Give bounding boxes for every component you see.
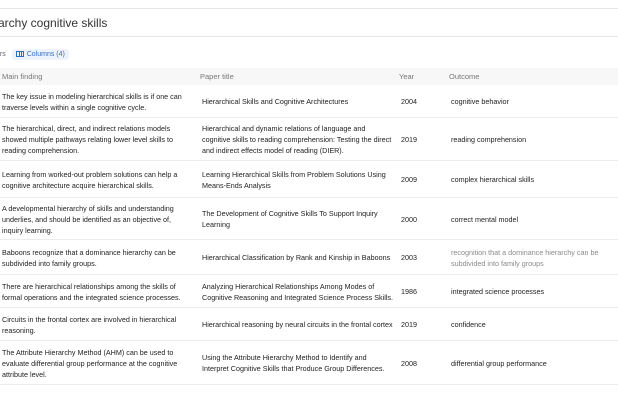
column-header-outcome[interactable]: Outcome xyxy=(449,72,479,81)
cell-main-finding-text: There are hierarchical relationships amo… xyxy=(2,281,181,302)
table-row[interactable]: Learning from worked-out problem solutio… xyxy=(0,161,618,198)
column-header-main-finding[interactable]: Main finding xyxy=(2,72,42,81)
cell-main-finding-text: The key issue in modeling hierarchical s… xyxy=(2,91,182,112)
cell-outcome-text: correct mental model xyxy=(451,214,519,224)
cell-year: 1986 xyxy=(401,275,431,308)
cell-paper-title-text: Hierarchical Skills and Cognitive Archit… xyxy=(202,97,349,106)
page-title: rarchy cognitive skills xyxy=(0,16,108,30)
cell-paper-title-text: Hierarchical Classification by Rank and … xyxy=(202,253,391,262)
cell-paper-title: Hierarchical reasoning by neural circuit… xyxy=(202,308,394,341)
cell-outcome: integrated science processes xyxy=(451,275,611,308)
cell-main-finding-text: The hierarchical, direct, and indirect r… xyxy=(2,124,173,155)
cell-year-text: 2009 xyxy=(401,175,417,184)
cell-year-text: 2000 xyxy=(401,214,417,224)
cell-year-text: 2019 xyxy=(401,320,417,329)
cell-outcome-text: cognitive behavior xyxy=(451,97,509,106)
cell-main-finding: A developmental hierarchy of skills and … xyxy=(2,198,188,240)
table-row[interactable]: There are hierarchical relationships amo… xyxy=(0,275,618,308)
cell-main-finding: The key issue in modeling hierarchical s… xyxy=(2,85,188,118)
cell-paper-title-text: Hierarchical and dynamic relations of la… xyxy=(202,124,392,155)
table-row[interactable]: The Attribute Hierarchy Method (AHM) can… xyxy=(0,341,618,385)
table-row[interactable]: Baboons recognize that a dominance hiera… xyxy=(0,240,618,275)
cell-main-finding: There are hierarchical relationships amo… xyxy=(2,275,188,308)
cell-outcome: complex hierarchical skills xyxy=(451,161,611,198)
cell-year: 2019 xyxy=(401,118,431,161)
cell-outcome-text: recognition that a dominance hierarchy c… xyxy=(451,247,599,268)
top-divider xyxy=(0,8,618,9)
cell-paper-title-text: The Development of Cognitive Skills To S… xyxy=(202,209,378,229)
cell-year-text: 2019 xyxy=(401,135,417,144)
cell-year: 2000 xyxy=(401,198,431,240)
cell-year: 2008 xyxy=(401,341,431,385)
cell-year-text: 2008 xyxy=(401,358,417,368)
cell-outcome: recognition that a dominance hierarchy c… xyxy=(451,240,611,275)
cell-paper-title-text: Using the Attribute Hierarchy Method to … xyxy=(202,353,385,373)
cell-paper-title: Hierarchical and dynamic relations of la… xyxy=(202,118,394,161)
cell-outcome: reading comprehension xyxy=(451,118,611,161)
table-row[interactable]: The hierarchical, direct, and indirect r… xyxy=(0,118,618,161)
cell-main-finding-text: A developmental hierarchy of skills and … xyxy=(2,203,174,235)
cell-outcome-text: differential group performance xyxy=(451,358,547,368)
cell-main-finding: Circuits in the frontal cortex are invol… xyxy=(2,308,188,341)
cell-paper-title: The Development of Cognitive Skills To S… xyxy=(202,198,394,240)
cell-outcome: cognitive behavior xyxy=(451,85,611,118)
cell-outcome: differential group performance xyxy=(451,341,611,385)
table-row[interactable]: A developmental hierarchy of skills and … xyxy=(0,198,618,240)
cell-outcome: confidence xyxy=(451,308,611,341)
cell-year: 2003 xyxy=(401,240,431,275)
cell-year: 2019 xyxy=(401,308,431,341)
cell-main-finding-text: Baboons recognize that a dominance hiera… xyxy=(2,247,176,268)
cell-year-text: 2004 xyxy=(401,97,417,106)
table-header: Main finding Paper title Year Outcome xyxy=(0,68,618,85)
cell-outcome-text: reading comprehension xyxy=(451,135,527,144)
cell-outcome-text: complex hierarchical skills xyxy=(451,175,535,184)
table-toolbar: ers Columns (4) xyxy=(0,47,69,61)
cell-outcome-text: confidence xyxy=(451,320,486,329)
title-divider xyxy=(0,36,618,37)
table-row[interactable]: The key issue in modeling hierarchical s… xyxy=(0,85,618,118)
cell-main-finding: The hierarchical, direct, and indirect r… xyxy=(2,118,188,161)
columns-button-label: Columns (4) xyxy=(26,50,65,58)
cell-main-finding: Baboons recognize that a dominance hiera… xyxy=(2,240,188,275)
cell-main-finding-text: Circuits in the frontal cortex are invol… xyxy=(2,314,177,335)
cell-paper-title: Hierarchical Skills and Cognitive Archit… xyxy=(202,85,394,118)
cell-main-finding: Learning from worked-out problem solutio… xyxy=(2,161,188,198)
cell-main-finding-text: Learning from worked-out problem solutio… xyxy=(2,169,178,190)
cell-year-text: 2003 xyxy=(401,253,417,262)
cell-paper-title-text: Analyzing Hierarchical Relationships Amo… xyxy=(202,281,393,302)
cell-outcome: correct mental model xyxy=(451,198,611,240)
cell-year: 2004 xyxy=(401,85,431,118)
cell-main-finding: The Attribute Hierarchy Method (AHM) can… xyxy=(2,341,188,385)
column-header-year[interactable]: Year xyxy=(399,72,414,81)
cell-paper-title: Analyzing Hierarchical Relationships Amo… xyxy=(202,275,394,308)
filters-button[interactable]: ers xyxy=(0,51,6,58)
column-header-paper-title[interactable]: Paper title xyxy=(200,72,234,81)
cell-year-text: 1986 xyxy=(401,287,417,296)
cell-paper-title: Hierarchical Classification by Rank and … xyxy=(202,240,394,275)
cell-paper-title: Learning Hierarchical Skills from Proble… xyxy=(202,161,394,198)
cell-paper-title-text: Learning Hierarchical Skills from Proble… xyxy=(202,169,386,190)
columns-icon xyxy=(15,51,24,57)
cell-paper-title: Using the Attribute Hierarchy Method to … xyxy=(202,341,394,385)
cell-outcome-text: integrated science processes xyxy=(451,287,545,296)
table-row[interactable]: Circuits in the frontal cortex are invol… xyxy=(0,308,618,341)
cell-paper-title-text: Hierarchical reasoning by neural circuit… xyxy=(202,320,393,329)
cell-main-finding-text: The Attribute Hierarchy Method (AHM) can… xyxy=(2,347,178,379)
columns-button[interactable]: Columns (4) xyxy=(11,48,69,60)
cell-year: 2009 xyxy=(401,161,431,198)
